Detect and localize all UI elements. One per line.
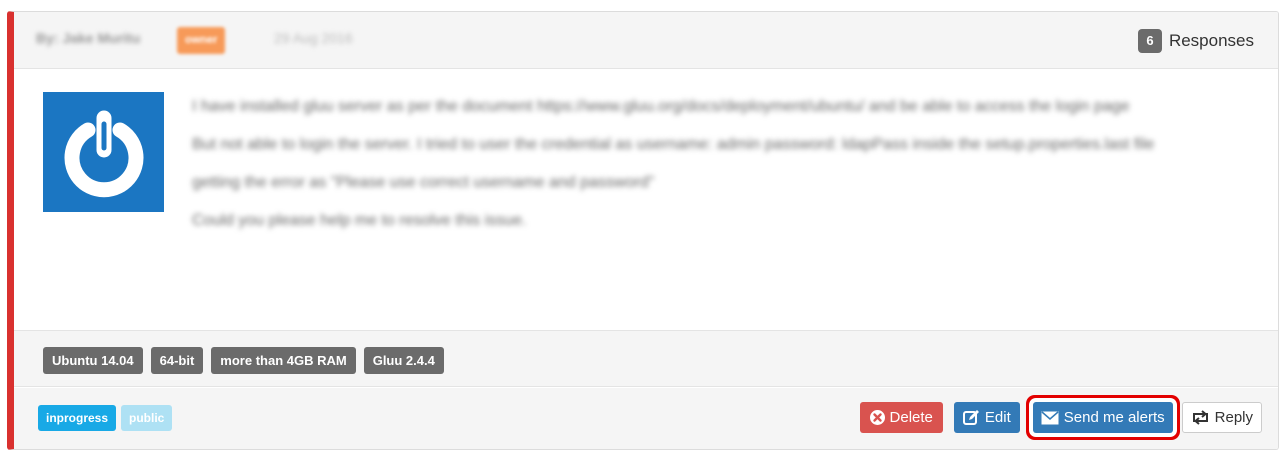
question-body: I have installed gluu server as per the … (192, 94, 1267, 246)
retweet-icon (1191, 410, 1210, 425)
edit-button[interactable]: Edit (953, 402, 1020, 433)
author-name[interactable]: By: Jake Muritu (36, 30, 140, 46)
reply-button[interactable]: Reply (1181, 402, 1262, 433)
edit-button-label: Edit (984, 409, 1011, 426)
envelope-icon (1041, 410, 1059, 425)
tag-ubuntu[interactable]: Ubuntu 14.04 (43, 347, 143, 374)
send-alerts-button[interactable]: Send me alerts (1032, 402, 1173, 433)
tags-bar: Ubuntu 14.04 64-bit more than 4GB RAM Gl… (14, 330, 1278, 387)
close-icon (869, 410, 885, 425)
responses-label: Responses (1168, 31, 1254, 50)
question-footer: inprogress public Delete Edit Send me al… (14, 388, 1278, 449)
send-alerts-button-label: Send me alerts (1063, 409, 1165, 426)
owner-badge: owner (177, 27, 226, 54)
power-icon (64, 110, 143, 198)
status-inprogress-badge[interactable]: inprogress (38, 405, 117, 431)
question-paragraph: I have installed gluu server as per the … (192, 98, 1130, 115)
tag-list: Ubuntu 14.04 64-bit more than 4GB RAM Gl… (43, 347, 444, 374)
edit-icon (962, 409, 980, 426)
reply-button-label: Reply (1214, 409, 1253, 426)
responses-count-badge: 6 (1137, 29, 1162, 53)
action-buttons: Delete Edit Send me alerts Reply (859, 402, 1262, 433)
status-public-badge[interactable]: public (121, 405, 173, 431)
question-header: By: Jake Muritu owner 29 Aug 2016 6 Resp… (14, 12, 1278, 69)
question-card: By: Jake Muritu owner 29 Aug 2016 6 Resp… (7, 11, 1279, 450)
responses-indicator: 6 Responses (1137, 29, 1254, 53)
question-paragraph: Could you please help me to resolve this… (192, 212, 527, 229)
tag-ram[interactable]: more than 4GB RAM (211, 347, 356, 374)
tag-gluu-version[interactable]: Gluu 2.4.4 (363, 347, 444, 374)
delete-button[interactable]: Delete (859, 402, 943, 433)
delete-button-label: Delete (889, 409, 933, 426)
avatar (43, 92, 164, 212)
status-labels: inprogress public (38, 405, 173, 431)
question-paragraph: getting the error as "Please use correct… (192, 174, 655, 191)
post-date: 29 Aug 2016 (274, 30, 353, 46)
question-paragraph: But not able to login the server. I trie… (192, 136, 1155, 153)
tag-64bit[interactable]: 64-bit (150, 347, 204, 374)
